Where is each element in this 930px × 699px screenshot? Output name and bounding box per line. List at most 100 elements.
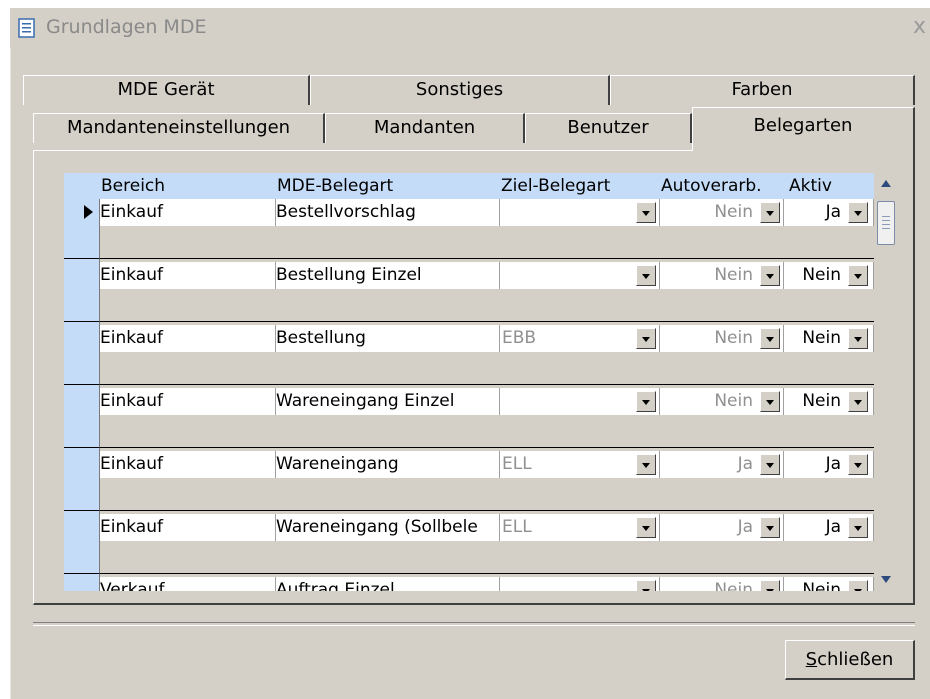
cell-mde-belegart[interactable]: Bestellung: [276, 325, 500, 352]
cell-aktiv[interactable]: Ja: [784, 514, 874, 541]
row-selector[interactable]: [64, 199, 100, 259]
dropdown-arrow-icon[interactable]: [636, 202, 656, 223]
col-header-autoverarb[interactable]: Autoverarb.: [660, 173, 785, 199]
scroll-down-arrow-icon[interactable]: [877, 569, 895, 591]
dropdown-arrow-icon[interactable]: [848, 265, 868, 286]
list-window-icon: [18, 18, 35, 38]
tab-label: Sonstiges: [415, 79, 504, 100]
row-divider: [100, 384, 874, 385]
tab-mde-geraet[interactable]: MDE Gerät: [23, 75, 310, 105]
belegarten-grid[interactable]: Bereich MDE-Belegart Ziel-Belegart Autov…: [64, 173, 874, 591]
close-button[interactable]: Schließen: [785, 640, 915, 680]
cell-autoverarb[interactable]: Nein: [660, 388, 784, 415]
scroll-thumb[interactable]: [877, 201, 895, 245]
dropdown-arrow-icon[interactable]: [760, 265, 780, 286]
cell-mde-belegart[interactable]: Bestellvorschlag: [276, 199, 500, 226]
cell-autoverarb[interactable]: Nein: [660, 577, 784, 591]
cell-aktiv[interactable]: Ja: [784, 199, 874, 226]
footer-separator: [33, 622, 915, 626]
dropdown-arrow-icon[interactable]: [760, 517, 780, 538]
col-header-mde-belegart[interactable]: MDE-Belegart: [276, 173, 501, 199]
cell-bereich[interactable]: Einkauf: [100, 199, 276, 226]
cell-autoverarb[interactable]: Ja: [660, 451, 784, 478]
tab-benutzer[interactable]: Benutzer: [525, 113, 692, 143]
cell-bereich[interactable]: Einkauf: [100, 262, 276, 289]
dropdown-arrow-icon[interactable]: [848, 454, 868, 475]
cell-mde-belegart[interactable]: Wareneingang: [276, 451, 500, 478]
dropdown-arrow-icon[interactable]: [636, 517, 656, 538]
ziel-belegart-value: ELL: [502, 454, 532, 474]
cell-bereich[interactable]: Einkauf: [100, 388, 276, 415]
cell-ziel-belegart[interactable]: ELL: [500, 451, 660, 478]
dropdown-arrow-icon[interactable]: [760, 328, 780, 349]
autoverarb-value: Nein: [714, 328, 753, 348]
cell-mde-belegart[interactable]: Wareneingang (Sollbele: [276, 514, 500, 541]
tab-farben[interactable]: Farben: [610, 75, 915, 105]
cell-mde-belegart[interactable]: Bestellung Einzel: [276, 262, 500, 289]
cell-aktiv[interactable]: Ja: [784, 451, 874, 478]
dropdown-arrow-icon[interactable]: [848, 580, 868, 591]
tab-mandanteneinstellungen[interactable]: Mandanteneinstellungen: [33, 113, 325, 143]
row-selector[interactable]: [64, 322, 100, 385]
dropdown-arrow-icon[interactable]: [760, 391, 780, 412]
close-button-mnemonic: S: [805, 649, 818, 670]
cell-autoverarb[interactable]: Nein: [660, 199, 784, 226]
col-header-bereich[interactable]: Bereich: [100, 173, 277, 199]
cell-aktiv[interactable]: Nein: [784, 577, 874, 591]
dropdown-arrow-icon[interactable]: [636, 454, 656, 475]
autoverarb-value: Nein: [714, 265, 753, 285]
row-selector[interactable]: [64, 574, 100, 591]
row-selector[interactable]: [64, 511, 100, 574]
row-selector[interactable]: [64, 448, 100, 511]
cell-autoverarb[interactable]: Nein: [660, 262, 784, 289]
tab-label: Benutzer: [567, 117, 649, 138]
autoverarb-value: Nein: [714, 391, 753, 411]
dropdown-arrow-icon[interactable]: [848, 517, 868, 538]
cell-autoverarb[interactable]: Ja: [660, 514, 784, 541]
cell-ziel-belegart[interactable]: [500, 577, 660, 591]
tab-label: Mandanten: [373, 117, 476, 138]
dropdown-arrow-icon[interactable]: [848, 202, 868, 223]
col-header-aktiv[interactable]: Aktiv: [784, 173, 874, 199]
tab-mandanten[interactable]: Mandanten: [325, 113, 525, 143]
dropdown-arrow-icon[interactable]: [760, 454, 780, 475]
scroll-up-arrow-icon[interactable]: [877, 173, 895, 195]
cell-bereich[interactable]: Einkauf: [100, 451, 276, 478]
cell-ziel-belegart[interactable]: [500, 262, 660, 289]
tab-belegarten[interactable]: Belegarten: [692, 107, 915, 151]
cell-aktiv[interactable]: Nein: [784, 262, 874, 289]
dropdown-arrow-icon[interactable]: [848, 328, 868, 349]
autoverarb-value: Ja: [737, 517, 753, 537]
row-divider: [100, 258, 874, 259]
cell-bereich[interactable]: Einkauf: [100, 325, 276, 352]
current-row-arrow-icon: [84, 205, 93, 219]
close-icon[interactable]: x: [913, 14, 926, 39]
cell-bereich[interactable]: Verkauf: [100, 577, 276, 591]
cell-ziel-belegart[interactable]: [500, 199, 660, 226]
row-selector[interactable]: [64, 259, 100, 322]
cell-ziel-belegart[interactable]: ELL: [500, 514, 660, 541]
cell-autoverarb[interactable]: Nein: [660, 325, 784, 352]
dropdown-arrow-icon[interactable]: [636, 328, 656, 349]
vertical-scrollbar[interactable]: [877, 173, 895, 591]
dropdown-arrow-icon[interactable]: [760, 202, 780, 223]
cell-mde-belegart[interactable]: Wareneingang Einzel: [276, 388, 500, 415]
dropdown-arrow-icon[interactable]: [760, 580, 780, 591]
dropdown-arrow-icon[interactable]: [636, 265, 656, 286]
cell-aktiv[interactable]: Nein: [784, 325, 874, 352]
cell-bereich[interactable]: Einkauf: [100, 514, 276, 541]
tab-label: Mandanteneinstellungen: [66, 117, 291, 138]
dropdown-arrow-icon[interactable]: [636, 580, 656, 591]
tab-label: Belegarten: [753, 115, 853, 136]
cell-ziel-belegart[interactable]: EBB: [500, 325, 660, 352]
cell-aktiv[interactable]: Nein: [784, 388, 874, 415]
row-selector[interactable]: [64, 385, 100, 448]
col-header-ziel-belegart[interactable]: Ziel-Belegart: [500, 173, 661, 199]
aktiv-value: Nein: [802, 265, 841, 285]
cell-mde-belegart[interactable]: Auftrag Einzel: [276, 577, 500, 591]
cell-ziel-belegart[interactable]: [500, 388, 660, 415]
tab-sonstiges[interactable]: Sonstiges: [310, 75, 610, 105]
dropdown-arrow-icon[interactable]: [848, 391, 868, 412]
title-bar[interactable]: Grundlagen MDE x: [10, 8, 930, 48]
dropdown-arrow-icon[interactable]: [636, 391, 656, 412]
